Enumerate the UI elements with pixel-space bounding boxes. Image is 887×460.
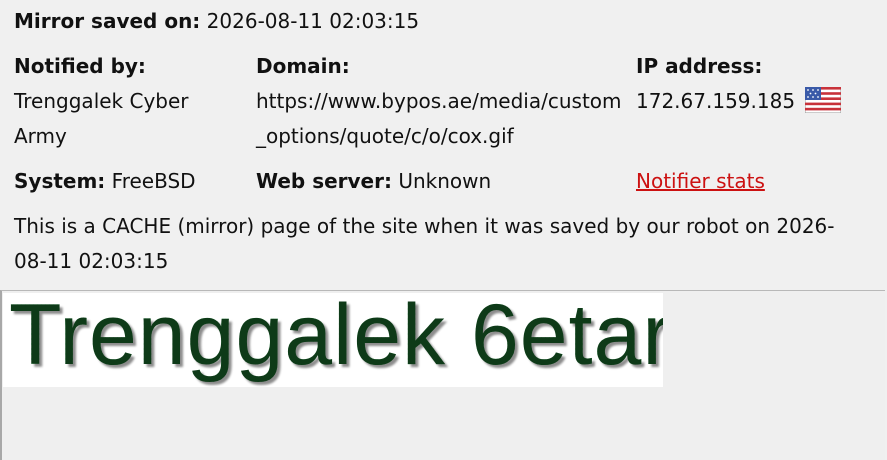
ip-address-value: 172.67.159.185 <box>636 89 796 113</box>
banner-text: Trenggalek 6etar <box>9 293 663 385</box>
web-server-value: Unknown <box>398 169 492 193</box>
system-row: System: FreeBSD <box>14 164 244 199</box>
notified-by-label: Notified by: <box>14 54 146 78</box>
ip-address-label: IP address: <box>636 54 763 78</box>
mirrored-banner-image: Trenggalek 6etar <box>3 293 663 387</box>
notifier-stats-row: Notifier stats <box>636 164 886 199</box>
notified-by-block: Notified by: Trenggalek Cyber Army <box>14 49 244 154</box>
mirror-saved-label: Mirror saved on: <box>14 9 201 33</box>
mirror-saved-row: Mirror saved on: 2026-08-11 02:03:15 <box>14 4 419 39</box>
mirror-saved-value: 2026-08-11 02:03:15 <box>206 9 420 33</box>
notifier-stats-link[interactable]: Notifier stats <box>636 169 765 193</box>
cache-notice: This is a CACHE (mirror) page of the sit… <box>14 214 835 273</box>
mirror-content-frame[interactable]: Trenggalek 6etar <box>0 290 885 460</box>
notified-by-value: Trenggalek Cyber Army <box>14 89 189 148</box>
domain-label: Domain: <box>256 54 350 78</box>
web-server-row: Web server: Unknown <box>256 164 626 199</box>
ip-address-block: IP address: 172.67.159.185 <box>636 49 886 119</box>
us-flag-icon <box>805 87 842 113</box>
system-label: System: <box>14 169 106 193</box>
web-server-label: Web server: <box>256 169 392 193</box>
domain-block: Domain: https://www.bypos.ae/media/custo… <box>256 49 626 154</box>
domain-value: https://www.bypos.ae/media/custom_option… <box>256 89 622 148</box>
system-value: FreeBSD <box>111 169 196 193</box>
ip-address-row: 172.67.159.185 <box>636 84 886 119</box>
